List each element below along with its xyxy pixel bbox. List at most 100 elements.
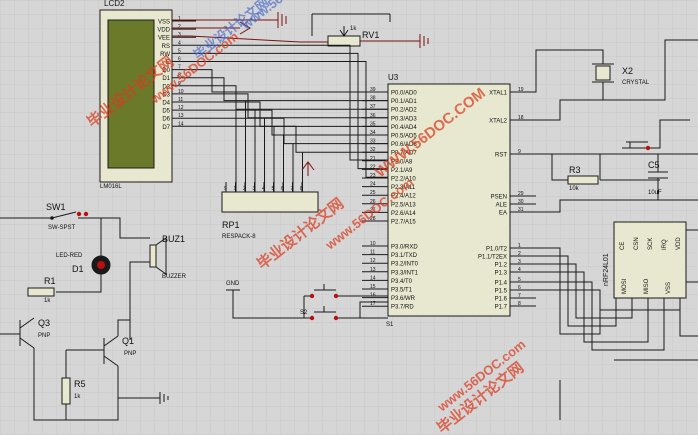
u3-left-pin-name: P0.1/AD1 <box>391 99 417 105</box>
lcd-pin-name: D4 <box>162 101 170 107</box>
nrf-pin-bottom: VSS <box>666 282 672 294</box>
buz1-part: BUZZER <box>162 274 187 280</box>
rp1-pin-number: 7 <box>291 186 294 192</box>
nrf-pin-top: SCK <box>648 238 654 250</box>
lcd-pin-number: 10 <box>178 89 184 95</box>
r1-ref: R1 <box>44 276 56 286</box>
u3-left-pin-name: P0.3/AD3 <box>391 116 417 122</box>
rp1-pin-number: 2 <box>243 186 246 192</box>
lcd-pin-number: 6 <box>178 57 181 63</box>
u3-left-pin-number: 39 <box>370 87 376 93</box>
s2-ref: S2 <box>300 310 308 316</box>
sw1-part: SW-SPST <box>48 225 76 231</box>
lcd-pin-number: 14 <box>178 121 184 127</box>
r1-value: 1k <box>44 298 51 304</box>
rp1-pin-number: 3 <box>253 186 256 192</box>
x2-ref: X2 <box>622 66 633 76</box>
u3-left-pin-name: P3.6/WR <box>391 296 416 302</box>
schematic-canvas: LCD2 LM016L VSS1VDD2VEE3RS4RW5E6D07D18D2… <box>0 0 698 435</box>
u3-left-pin-number: 13 <box>370 267 376 273</box>
nrf-pin-top: CSN <box>634 237 640 250</box>
u3-right-pin-name: P1.6 <box>495 297 508 303</box>
u3-left-pin-name: P2.7/A15 <box>391 220 416 226</box>
c5-value: 10uF <box>648 190 662 196</box>
d1-part: LED-RED <box>56 253 83 259</box>
u3-left-pin-number: 34 <box>370 130 376 136</box>
u3-left-pin-number: 11 <box>370 250 375 256</box>
rv1-value: 1k <box>350 26 357 32</box>
rv1-ref: RV1 <box>362 30 379 40</box>
r5-value: 1k <box>74 394 81 400</box>
u3-right-pin-name: P1.0/T2 <box>486 247 508 253</box>
u3-left-pin-name: P3.5/T1 <box>391 288 413 294</box>
rp1-pin-number: 1 <box>234 186 237 192</box>
u3-left-pin-number: 37 <box>370 104 376 110</box>
lcd-pin-name: VDD <box>157 28 170 34</box>
r3-value: 10k <box>569 186 580 192</box>
u3-right-pin-name: XTAL2 <box>489 119 508 125</box>
u3-left-pin-name: P0.0/AD0 <box>391 91 417 97</box>
u3-left-pin-name: P0.4/AD4 <box>391 125 417 131</box>
u3-left-pin-number: 33 <box>370 139 376 145</box>
u3-left-pin-number: 15 <box>370 284 376 290</box>
u3-left-pin-number: 12 <box>370 258 376 264</box>
u3-left-pin-number: 35 <box>370 121 376 127</box>
u3-right-pin-number: 7 <box>518 293 521 299</box>
lcd-pin-number: 1 <box>178 16 181 22</box>
nrf-pin-top: VDD <box>676 237 682 250</box>
u3-left-pin-name: P3.2/INT0 <box>391 262 419 268</box>
u3-right-pin-name: P1.7 <box>495 305 508 311</box>
lcd-pin-number: 4 <box>178 40 181 46</box>
u3-right-pin-name: XTAL1 <box>489 91 508 97</box>
u3-left-pin-number: 25 <box>370 190 376 196</box>
u3-left-pin-number: 14 <box>370 275 376 281</box>
d1-ref: D1 <box>72 264 84 274</box>
u3-right-pin-name: P1.1/T2EX <box>478 255 507 261</box>
lcd-pin-number: 12 <box>178 105 184 111</box>
rp1-pin-number: 9 <box>224 186 227 192</box>
u3-left-pin-name: P3.0/RXD <box>391 245 418 251</box>
u3-right-pin-name: P1.3 <box>495 271 508 277</box>
nrf-pin-bottom: MOSI <box>622 278 628 294</box>
c5-ref: C5 <box>648 160 660 170</box>
nrf-pin-bottom: MISO <box>644 278 650 294</box>
r5-ref: R5 <box>74 379 86 389</box>
u3-left-pin-number: 23 <box>370 173 376 179</box>
lcd-pin-number: 11 <box>178 97 183 103</box>
lcd-pin-number: 5 <box>178 48 181 54</box>
u3-left-pin-number: 36 <box>370 113 376 119</box>
lcd-pin-name: VEE <box>158 36 170 42</box>
buz1-ref: BUZ1 <box>162 234 185 244</box>
gnd-label: GND <box>226 281 240 287</box>
q1-ref: Q1 <box>122 336 134 346</box>
u3-right-pin-number: 30 <box>518 199 524 205</box>
u3-right-pin-name: RST <box>495 153 507 159</box>
lcd-pin-name: VSS <box>158 20 170 26</box>
u3-ref: U3 <box>388 73 399 82</box>
nrf24l01-module[interactable]: nRF24L01 CE CSN SCK IRQ VDD MOSI MISO VSS <box>603 221 687 299</box>
q3-ref: Q3 <box>38 318 50 328</box>
u3-right-pin-name: P1.2 <box>495 263 508 269</box>
lcd-pin-name: RS <box>162 44 170 50</box>
u3-right-pin-number: 8 <box>518 301 521 307</box>
u3-left-pin-number: 10 <box>370 241 376 247</box>
u3-left-pin-number: 21 <box>370 156 376 162</box>
lcd-pin-number: 2 <box>178 24 181 30</box>
u3-right-pin-name: EA <box>499 211 507 217</box>
rp1-part: RESPACK-8 <box>222 234 256 240</box>
lcd-pin-name: D6 <box>162 117 170 123</box>
lcd-pin-number: 13 <box>178 113 184 119</box>
lcd-pin-name: D7 <box>162 125 170 131</box>
u3-right-pin-number: 29 <box>518 191 524 197</box>
u3-left-pin-name: P2.6/A14 <box>391 211 416 217</box>
rp1-pin-number: 5 <box>272 186 275 192</box>
lcd-part: LM016L <box>100 184 122 190</box>
nrf-ref: nRF24L01 <box>603 253 610 286</box>
nrf-pin-top: CE <box>620 242 626 250</box>
u3-left-pin-name: P3.3/INT1 <box>391 270 419 276</box>
q3-part: PNP <box>38 333 50 339</box>
lcd-pin-name: D5 <box>162 109 170 115</box>
u3-left-pin-number: 38 <box>370 96 376 102</box>
rp1-pin-number: 4 <box>262 186 265 192</box>
u3-right-pin-name: P1.4 <box>495 281 508 287</box>
